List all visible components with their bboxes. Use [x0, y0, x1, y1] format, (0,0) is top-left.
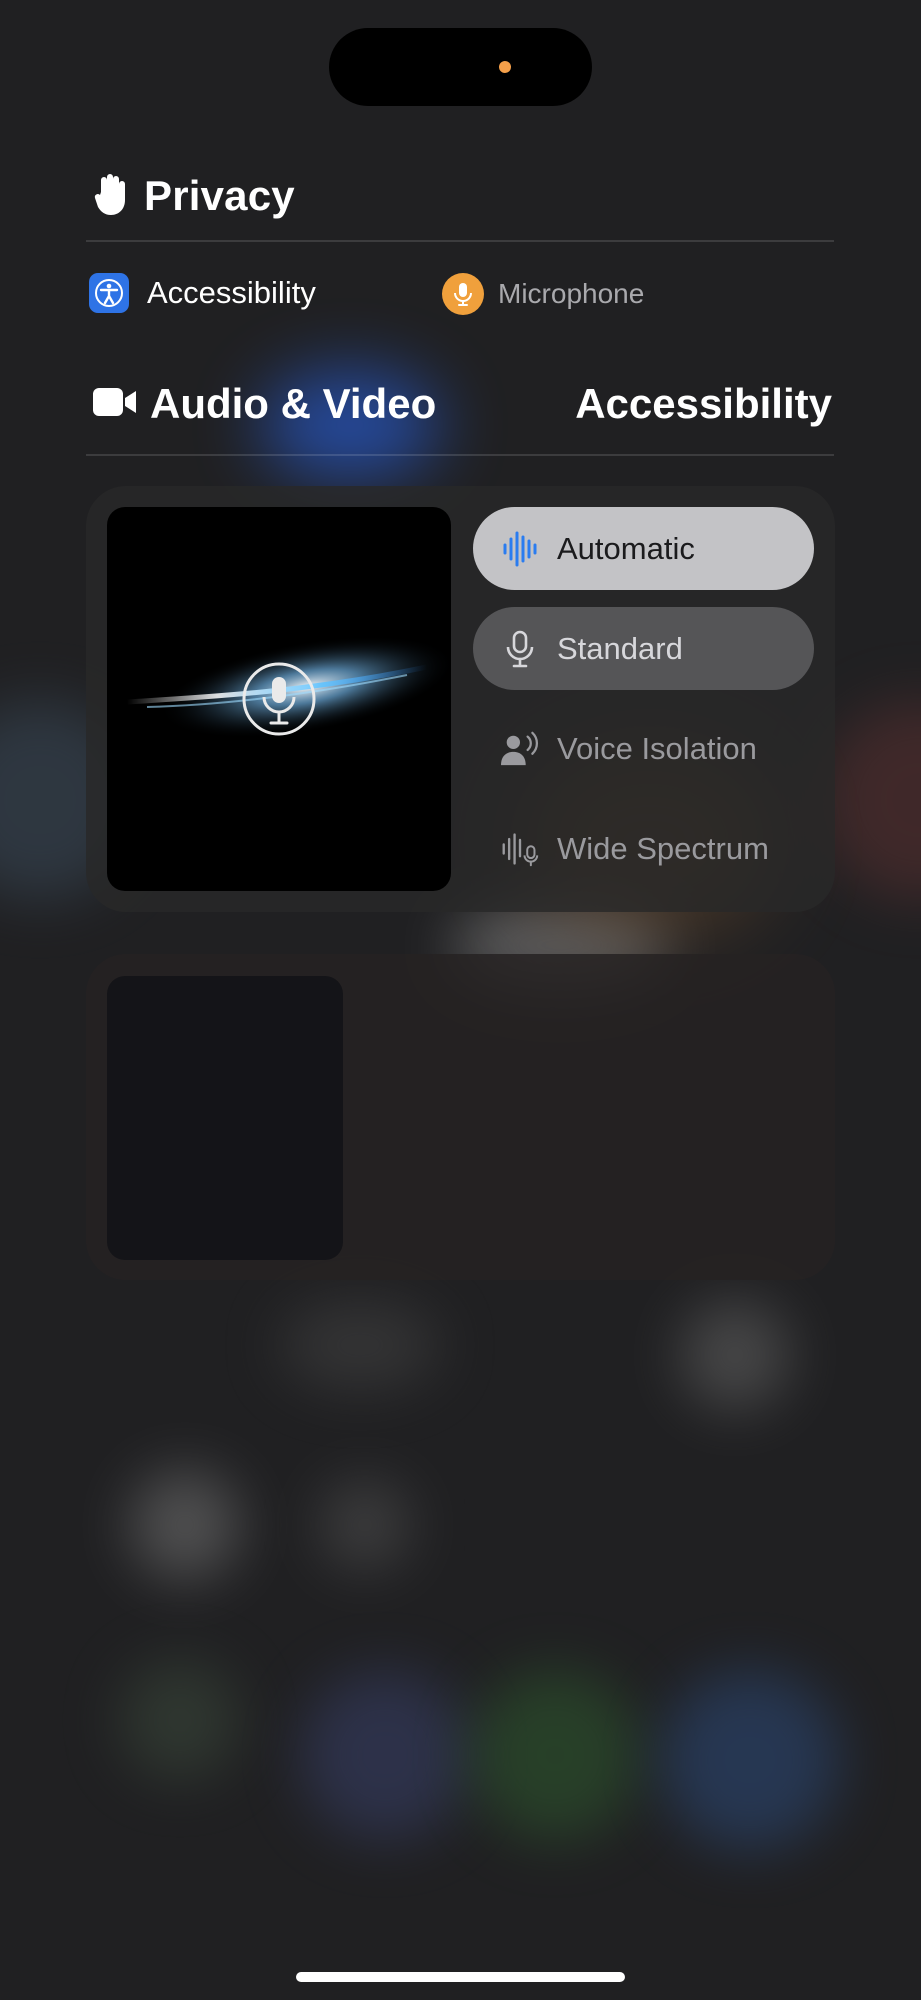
background-blur [280, 1300, 440, 1390]
mic-mode-label: Standard [557, 630, 683, 666]
mic-mode-label: Voice Isolation [557, 730, 757, 766]
mic-mode-option-standard[interactable]: Standard [473, 607, 814, 690]
mic-mode-list: Automatic Standard Voice Isolation Wide … [473, 507, 814, 907]
microphone-icon [501, 630, 539, 668]
tab-accessibility[interactable]: Accessibility [575, 380, 832, 428]
tab-audio-video-label: Audio & Video [150, 380, 437, 427]
divider [86, 240, 834, 242]
tab-audio-video[interactable]: Audio & Video [92, 380, 436, 428]
mic-mode-option-voice-isolation[interactable]: Voice Isolation [473, 707, 814, 790]
mic-mode-preview [107, 507, 451, 891]
control-center-screen: Privacy Accessibility Microphone Audio &… [0, 0, 921, 2000]
microphone-indicator[interactable]: Microphone [442, 272, 644, 316]
mic-mode-label: Automatic [557, 530, 695, 566]
background-blur [820, 700, 921, 900]
wide-spectrum-icon [501, 830, 539, 868]
home-indicator[interactable] [296, 1972, 625, 1982]
mic-mode-label: Wide Spectrum [557, 830, 769, 866]
background-blur [130, 1470, 240, 1580]
background-blur [320, 1480, 410, 1570]
divider [86, 454, 834, 456]
accessibility-indicator[interactable]: Accessibility [89, 272, 316, 314]
mode-tabs: Audio & Video Accessibility [92, 380, 832, 436]
video-camera-icon [92, 385, 138, 424]
microphone-icon [442, 273, 484, 315]
privacy-title: Privacy [144, 172, 295, 219]
accessibility-label: Accessibility [147, 275, 316, 310]
mic-mode-option-wide-spectrum[interactable]: Wide Spectrum [473, 807, 814, 890]
background-blur [660, 1670, 840, 1850]
microphone-in-use-dot [499, 61, 511, 73]
background-blur [120, 1660, 240, 1780]
background-blur [680, 1300, 790, 1410]
privacy-header[interactable]: Privacy [92, 168, 295, 224]
mic-mode-option-automatic[interactable]: Automatic [473, 507, 814, 590]
voice-isolation-icon [501, 730, 539, 768]
microphone-label: Microphone [498, 278, 645, 309]
dynamic-island[interactable] [329, 28, 592, 106]
waveform-icon [501, 530, 539, 568]
hand-icon [92, 172, 130, 221]
accessibility-icon [89, 273, 129, 313]
background-blur [470, 1670, 640, 1840]
secondary-panel-preview [107, 976, 343, 1260]
background-blur [300, 1670, 470, 1840]
